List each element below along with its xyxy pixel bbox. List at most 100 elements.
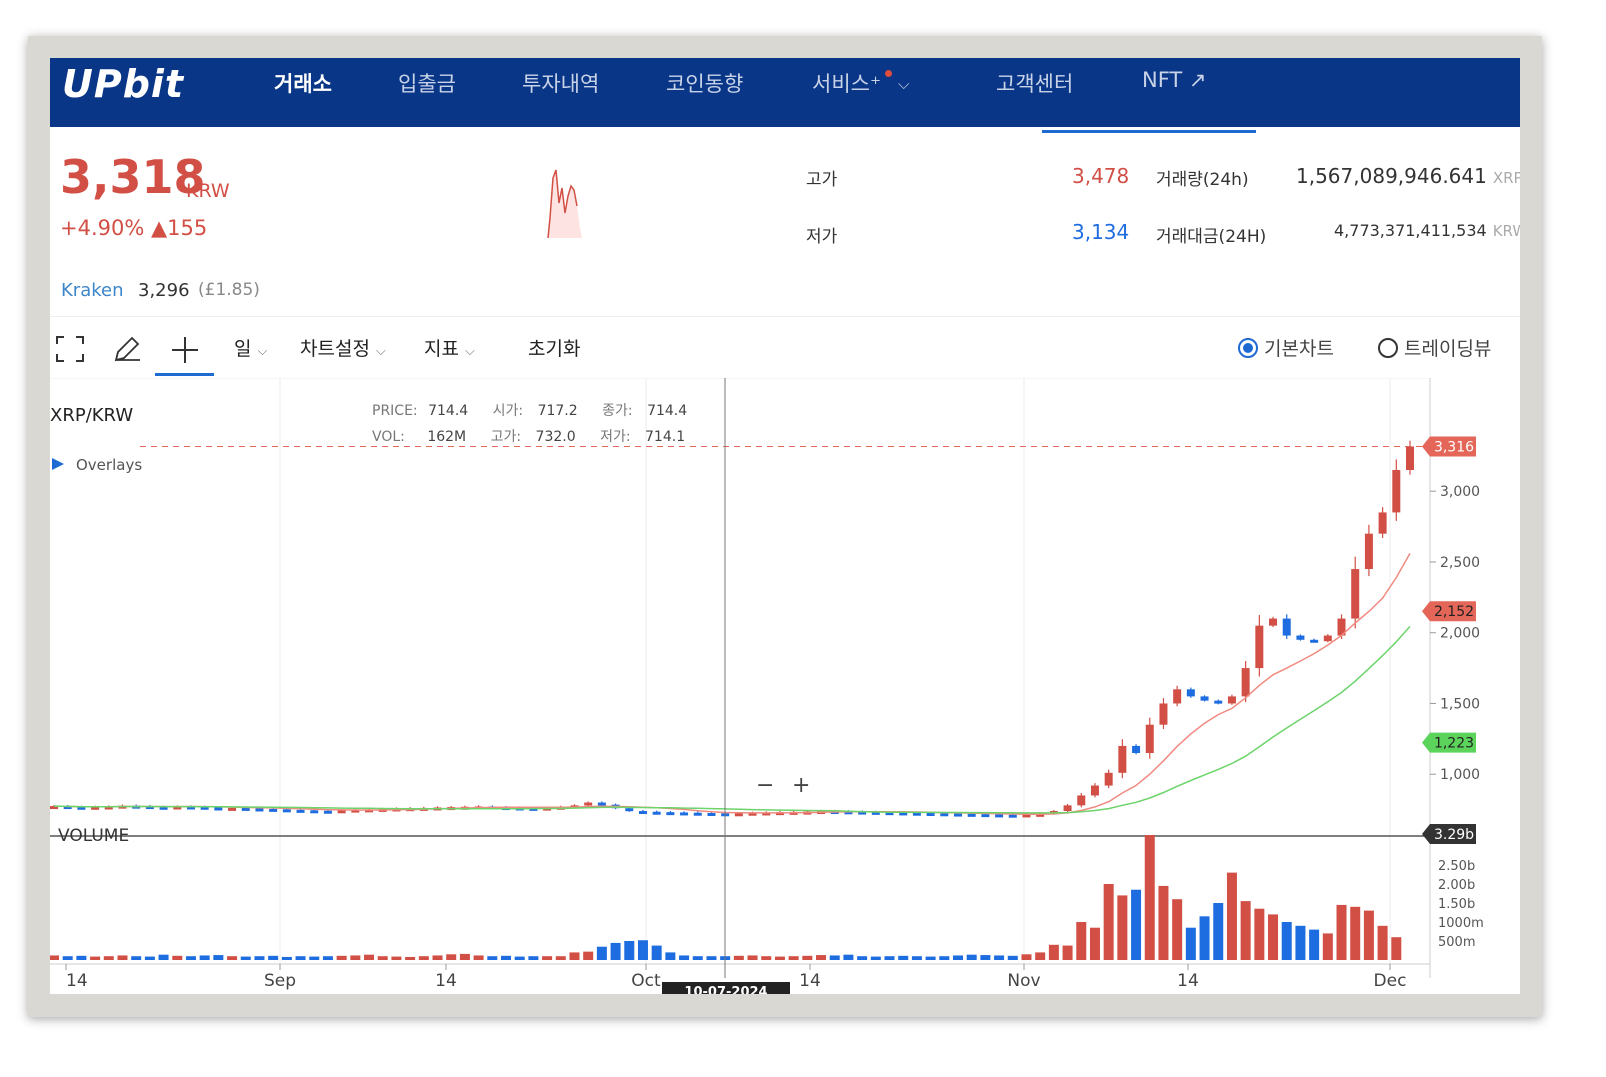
ohlc-vol-key: VOL: <box>372 429 405 445</box>
crosshair-date: 10-07-2024 <box>684 985 767 994</box>
volume-bar <box>391 956 402 960</box>
tool-active-underline <box>155 373 214 376</box>
candle-body <box>1159 703 1168 725</box>
volume-24h-unit: XRP <box>1492 169 1520 187</box>
chart-settings-dropdown[interactable]: 차트설정 ⌵ <box>300 334 386 361</box>
candle-body <box>652 811 661 815</box>
nav-exchange[interactable]: 거래소 <box>274 68 332 98</box>
volume-bar <box>542 956 553 960</box>
overlays-triangle-icon[interactable] <box>52 458 64 470</box>
volume-bar <box>692 956 703 960</box>
volume-bar <box>364 954 375 960</box>
zoom-out-button[interactable]: − <box>756 773 774 798</box>
amount-24h-number: 4,773,371,411,534 <box>1334 221 1487 240</box>
overlays-toggle[interactable]: Overlays <box>76 456 142 474</box>
chevron-down-icon: ⌵ <box>375 344 386 359</box>
ohlc-close: 714.4 <box>647 403 688 419</box>
volume-bar <box>199 955 210 960</box>
candle-body <box>296 809 305 813</box>
candle-body <box>1406 446 1414 470</box>
candle-body <box>734 813 743 817</box>
volume-bar <box>1295 925 1306 960</box>
drawing-pencil-icon[interactable] <box>112 334 142 364</box>
volume-last-marker: 3.29b <box>1434 827 1474 843</box>
candle-body <box>1090 785 1099 796</box>
volume-bar <box>1089 927 1100 960</box>
volume-bar <box>185 956 196 960</box>
x-tick-label: 14 <box>1177 971 1199 991</box>
screenshot-frame: UPbit 거래소 입출금 투자내역 코인동향 서비스⁺ ⌵ 고객센터 NFT ↗… <box>28 36 1542 1017</box>
y-tick-label: 1,500 <box>1440 696 1480 712</box>
nav-investments[interactable]: 투자내역 <box>522 68 599 98</box>
upbit-logo[interactable]: UPbit <box>62 62 184 106</box>
nav-nft[interactable]: NFT ↗ <box>1142 68 1207 92</box>
volume-bar <box>446 954 457 960</box>
volume-tick-label: 500m <box>1438 935 1475 950</box>
crosshair-icon[interactable] <box>170 335 200 365</box>
volume-bar <box>103 956 114 960</box>
volume-bar <box>953 955 963 960</box>
nav-coin-trends[interactable]: 코인동향 <box>666 68 743 98</box>
zoom-in-button[interactable]: + <box>792 773 810 798</box>
candle-body <box>1186 689 1195 697</box>
candle-body <box>1282 618 1291 636</box>
volume-bar <box>1076 922 1087 960</box>
volume-bar <box>1391 937 1402 960</box>
y-tick-label: 1,000 <box>1440 767 1480 783</box>
nav-services-label: 서비스⁺ <box>812 72 882 96</box>
volume-bar <box>583 951 594 960</box>
period-dropdown[interactable]: 일 ⌵ <box>234 334 267 361</box>
volume-bar <box>1021 954 1032 960</box>
amount-24h-unit: KRW <box>1492 222 1520 240</box>
fullscreen-icon[interactable] <box>56 336 84 362</box>
volume-bar <box>295 956 306 960</box>
volume-bar <box>1062 945 1073 960</box>
ma-long-marker: 1,223 <box>1434 736 1474 752</box>
volume-bar <box>377 956 388 960</box>
volume-bar <box>405 956 416 960</box>
volume-bar <box>281 956 292 960</box>
amount-24h-value: 4,773,371,411,534 KRW <box>1334 221 1520 240</box>
candle-body <box>995 814 1004 818</box>
candle-body <box>1323 635 1332 642</box>
top-nav-bar: UPbit 거래소 입출금 투자내역 코인동향 서비스⁺ ⌵ 고객센터 NFT ↗ <box>50 58 1520 127</box>
volume-bar <box>788 956 799 960</box>
chart-settings-label: 차트설정 <box>300 338 370 360</box>
price-chart[interactable]: 1,000 1,500 2,000 2,500 3,000 500m 1000m 1.50b… <box>50 378 1520 994</box>
basic-chart-radio[interactable]: 기본차트 <box>1238 334 1334 361</box>
mini-sparkline <box>547 169 582 239</box>
candle-body <box>255 808 264 812</box>
nav-customer-center[interactable]: 고객센터 <box>996 68 1073 98</box>
candle-body <box>1310 639 1319 643</box>
ohlc-low: 714.1 <box>645 429 686 445</box>
volume-bar <box>665 952 676 960</box>
indicators-dropdown[interactable]: 지표 ⌵ <box>424 334 475 361</box>
volume-bar <box>213 955 224 960</box>
ohlc-high: 732.0 <box>535 429 576 445</box>
last-price-marker: 3,316 <box>1434 439 1474 455</box>
chevron-down-icon: ⌵ <box>257 344 268 359</box>
volume-24h-value: 1,567,089,946.641 XRP <box>1296 164 1520 188</box>
nav-deposit-withdraw[interactable]: 입출금 <box>398 68 456 98</box>
reset-button[interactable]: 초기화 <box>528 334 580 361</box>
ohlc-row-2: VOL: 162M 고가: 732.0 저가: 714.1 <box>372 426 685 446</box>
volume-bar <box>1336 904 1347 960</box>
volume-bar <box>569 952 580 960</box>
new-dot-icon <box>885 70 893 77</box>
volume-24h-number: 1,567,089,946.641 <box>1296 164 1487 188</box>
chevron-down-icon: ⌵ <box>898 75 910 93</box>
volume-bar <box>487 956 498 960</box>
volume-bar <box>555 956 566 960</box>
high-value: 3,478 <box>1072 164 1130 188</box>
volume-bar <box>1158 885 1169 960</box>
volume-tick-label: 1.50b <box>1438 897 1475 912</box>
volume-bar <box>1226 872 1237 960</box>
tradingview-radio[interactable]: 트레이딩뷰 <box>1378 334 1491 361</box>
candle-body <box>912 812 921 816</box>
x-tick-label: 14 <box>799 971 821 991</box>
ma-short-marker: 2,152 <box>1434 604 1474 620</box>
nav-services[interactable]: 서비스⁺ ⌵ <box>812 68 909 98</box>
kraken-exchange-name[interactable]: Kraken <box>61 280 124 301</box>
chart-grid <box>279 378 1391 964</box>
candle-body <box>282 809 291 813</box>
